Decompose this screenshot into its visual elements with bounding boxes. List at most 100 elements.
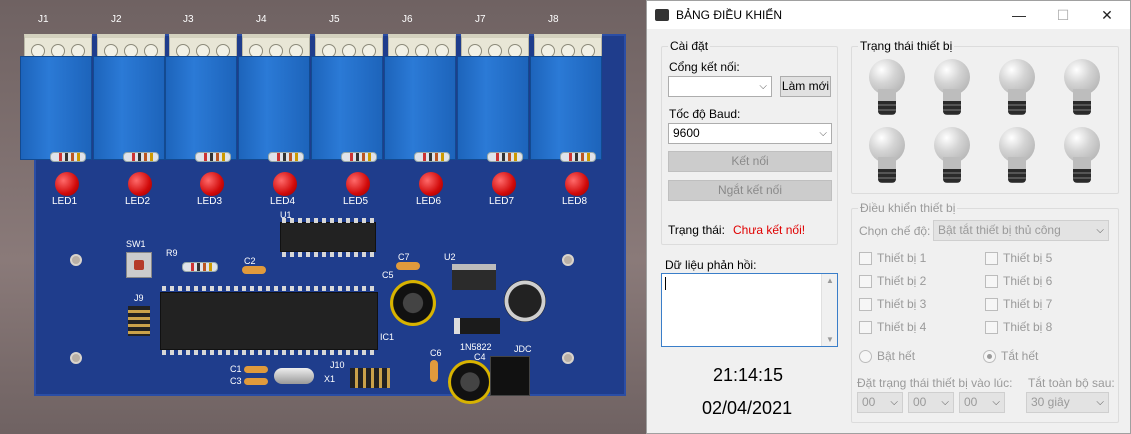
connection-status-value: Chưa kết nối! [733,223,806,237]
device-checkbox[interactable]: Thiết bị 4 [859,320,926,334]
response-textarea[interactable]: ▲ ▼ [661,273,838,347]
device-checkbox-label: Thiết bị 4 [877,320,927,334]
port-label: Cổng kết nối: [669,60,740,74]
device-checkbox[interactable]: Thiết bị 1 [859,251,926,265]
text-cursor [665,277,666,290]
disconnect-button[interactable]: Ngắt kết nối [668,180,832,201]
terminal-label: J8 [548,14,559,25]
relay [165,56,237,160]
minute-select[interactable]: 00 ⌵ [908,392,954,413]
silk-sw1: SW1 [126,239,146,249]
response-scrollbar[interactable]: ▲ ▼ [821,274,837,346]
capacitor-c3 [244,378,268,385]
radio-circle-selected [983,349,996,363]
resistor-r9 [182,262,218,272]
red-led [565,172,589,196]
dc-jack-jdc [490,356,530,396]
silk-c5: C5 [382,270,394,280]
device-checkbox[interactable]: Thiết bị 6 [985,274,1052,288]
window-title: BẢNG ĐIỀU KHIỂN [676,8,783,22]
resistor [341,152,377,162]
pcb-board: J1 LED1 J2 LED2 J3 LED3 J4 LED4 J5 LED5 J6 LED6 J7 LE… [20,14,626,404]
red-led [273,172,297,196]
clock-date: 02/04/2021 [702,398,793,418]
scroll-down-icon[interactable]: ▼ [826,335,834,344]
all-off-label: Tắt hết [1001,349,1039,363]
relay [20,56,92,160]
light-bulb-icon [932,127,972,187]
chevron-down-icon: ⌵ [1096,225,1104,236]
all-on-radio[interactable]: Bật hết [859,349,915,363]
mode-label: Chọn chế độ: [859,224,931,238]
resistor [560,152,596,162]
relay [238,56,310,160]
chevron-down-icon: ⌵ [992,397,1000,408]
checkbox-box [859,274,872,288]
baud-select[interactable]: 9600 ⌵ [668,123,832,144]
light-bulb-icon [1062,127,1102,187]
device-checkbox[interactable]: Thiết bị 8 [985,320,1052,334]
device-checkbox-label: Thiết bị 6 [1003,274,1053,288]
terminal-label: J4 [256,14,267,25]
resistor [268,152,304,162]
control-window: BẢNG ĐIỀU KHIỂN — ☐ ✕ Cài đặt Cổng kết n… [646,0,1131,434]
silk-jdc: JDC [514,344,532,354]
second-select[interactable]: 00 ⌵ [959,392,1005,413]
silk-u2: U2 [444,252,456,262]
capacitor-c7 [396,262,420,270]
ic-ic1 [160,292,378,350]
chevron-down-icon: ⌵ [941,397,949,408]
mount-hole [70,352,82,364]
crystal-x1 [274,368,314,384]
checkbox-box [859,251,872,265]
all-off-radio[interactable]: Tắt hết [983,349,1038,363]
light-bulb-icon [867,127,907,187]
silk-c2: C2 [244,256,256,266]
red-led [200,172,224,196]
relay [457,56,529,160]
auto-off-select[interactable]: 30 giây ⌵ [1026,392,1109,413]
connect-button[interactable]: Kết nối [668,151,832,172]
mode-select-value: Bật tắt thiết bị thủ công [938,223,1061,237]
device-checkbox[interactable]: Thiết bị 3 [859,297,926,311]
led-label: LED6 [416,196,442,207]
baud-select-value: 9600 [673,126,700,140]
checkbox-box [985,251,998,265]
hour-select[interactable]: 00 ⌵ [857,392,903,413]
device-checkbox[interactable]: Thiết bị 5 [985,251,1052,265]
scroll-up-icon[interactable]: ▲ [826,276,834,285]
refresh-button[interactable]: Làm mới [780,76,831,97]
silk-r9: R9 [166,248,178,258]
ic-pins [282,252,374,257]
silk-c6: C6 [430,348,442,358]
device-checkbox[interactable]: Thiết bị 2 [859,274,926,288]
red-led [128,172,152,196]
diode-1n5822 [454,318,500,334]
pcb-3d-view: J1 LED1 J2 LED2 J3 LED3 J4 LED4 J5 LED5 J6 LED6 J7 LE… [0,0,646,434]
silk-c3: C3 [230,376,242,386]
second-value: 00 [964,395,978,409]
minimize-button[interactable]: — [997,1,1041,29]
maximize-button[interactable]: ☐ [1041,1,1085,29]
ic-pins [282,218,374,223]
led-label: LED2 [125,196,151,207]
clock-time: 21:14:15 [713,365,784,385]
silk-c1: C1 [230,364,242,374]
light-bulb-icon [997,59,1037,119]
terminal-label: J5 [329,14,340,25]
mode-select[interactable]: Bật tắt thiết bị thủ công ⌵ [933,220,1109,241]
device-checkbox[interactable]: Thiết bị 7 [985,297,1052,311]
device-checkbox-label: Thiết bị 3 [877,297,927,311]
checkbox-box [859,297,872,311]
led-label: LED4 [270,196,296,207]
close-button[interactable]: ✕ [1085,1,1129,29]
mount-hole [562,254,574,266]
silk-j9: J9 [134,293,144,303]
resistor [50,152,86,162]
chevron-down-icon: ⌵ [890,397,898,408]
checkbox-box [859,320,872,334]
mount-hole [562,352,574,364]
status-label: Trạng thái: [668,223,725,237]
inductor [504,280,546,322]
port-select[interactable]: ⌵ [668,76,772,97]
